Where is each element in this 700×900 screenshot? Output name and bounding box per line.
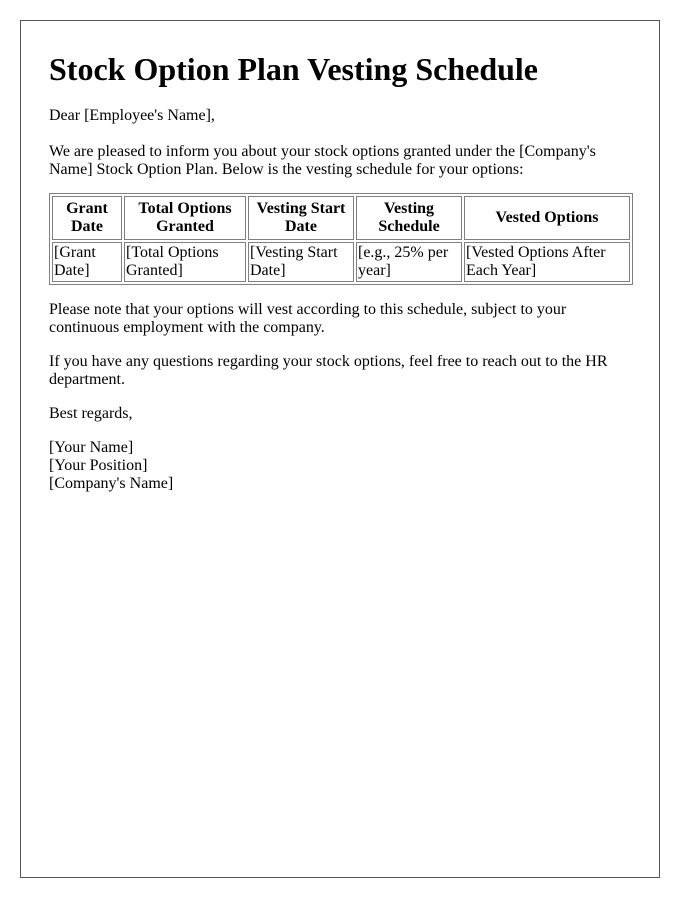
cell-vested-options: [Vested Options After Each Year] xyxy=(464,242,630,282)
signature-position: [Your Position] xyxy=(49,457,148,474)
table-row: [Grant Date] [Total Options Granted] [Ve… xyxy=(52,242,630,282)
greeting: Dear [Employee's Name], xyxy=(49,107,215,124)
letter-page: Stock Option Plan Vesting Schedule Dear … xyxy=(20,20,660,878)
header-grant-date: Grant Date xyxy=(52,196,122,240)
note-paragraph: Please note that your options will vest … xyxy=(49,301,567,336)
vesting-schedule-table: Grant Date Total Options Granted Vesting… xyxy=(49,193,633,285)
table-header-row: Grant Date Total Options Granted Vesting… xyxy=(52,196,630,240)
cell-grant-date: [Grant Date] xyxy=(52,242,122,282)
header-vesting-schedule: Vesting Schedule xyxy=(356,196,462,240)
cell-vesting-schedule: [e.g., 25% per year] xyxy=(356,242,462,282)
page-title: Stock Option Plan Vesting Schedule xyxy=(49,51,538,87)
header-vesting-start-date: Vesting Start Date xyxy=(248,196,354,240)
cell-vesting-start-date: [Vesting Start Date] xyxy=(248,242,354,282)
cell-total-options-granted: [Total Options Granted] xyxy=(124,242,246,282)
signature-name: [Your Name] xyxy=(49,439,134,456)
closing: Best regards, xyxy=(49,405,133,422)
signature-block: [Your Name] [Your Position] [Company's N… xyxy=(49,439,631,493)
questions-paragraph: If you have any questions regarding your… xyxy=(49,353,608,388)
intro-paragraph: We are pleased to inform you about your … xyxy=(49,143,596,178)
signature-company: [Company's Name] xyxy=(49,475,174,492)
header-vested-options: Vested Options xyxy=(464,196,630,240)
header-total-options-granted: Total Options Granted xyxy=(124,196,246,240)
